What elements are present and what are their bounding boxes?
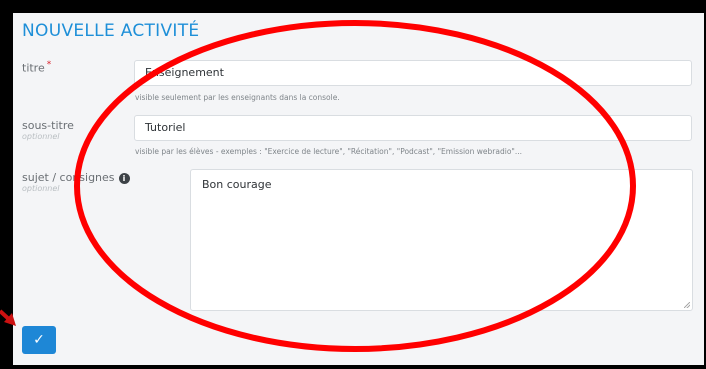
info-icon[interactable]: i xyxy=(118,172,130,184)
sous-titre-label: sous-titre xyxy=(22,119,74,132)
page-title: NOUVELLE ACTIVITÉ xyxy=(22,21,200,41)
titre-input[interactable]: Enseignement xyxy=(134,60,692,86)
sujet-text: Bon courage xyxy=(202,178,272,191)
sous-titre-optional: optionnel xyxy=(22,132,60,141)
sous-titre-help-text: visible par les élèves - exemples : "Exe… xyxy=(135,147,523,156)
titre-help-text: visible seulement par les enseignants da… xyxy=(135,93,340,102)
sous-titre-input[interactable]: Tutoriel xyxy=(134,115,692,141)
sujet-optional: optionnel xyxy=(22,184,60,193)
sujet-textarea[interactable]: Bon courage xyxy=(190,169,693,311)
required-marker: * xyxy=(46,60,52,70)
titre-label: titre * xyxy=(22,60,52,75)
sujet-label: sujet / consignes i xyxy=(22,171,130,184)
resize-grip-icon[interactable] xyxy=(684,302,690,308)
submit-button[interactable]: ✓ xyxy=(22,326,56,354)
